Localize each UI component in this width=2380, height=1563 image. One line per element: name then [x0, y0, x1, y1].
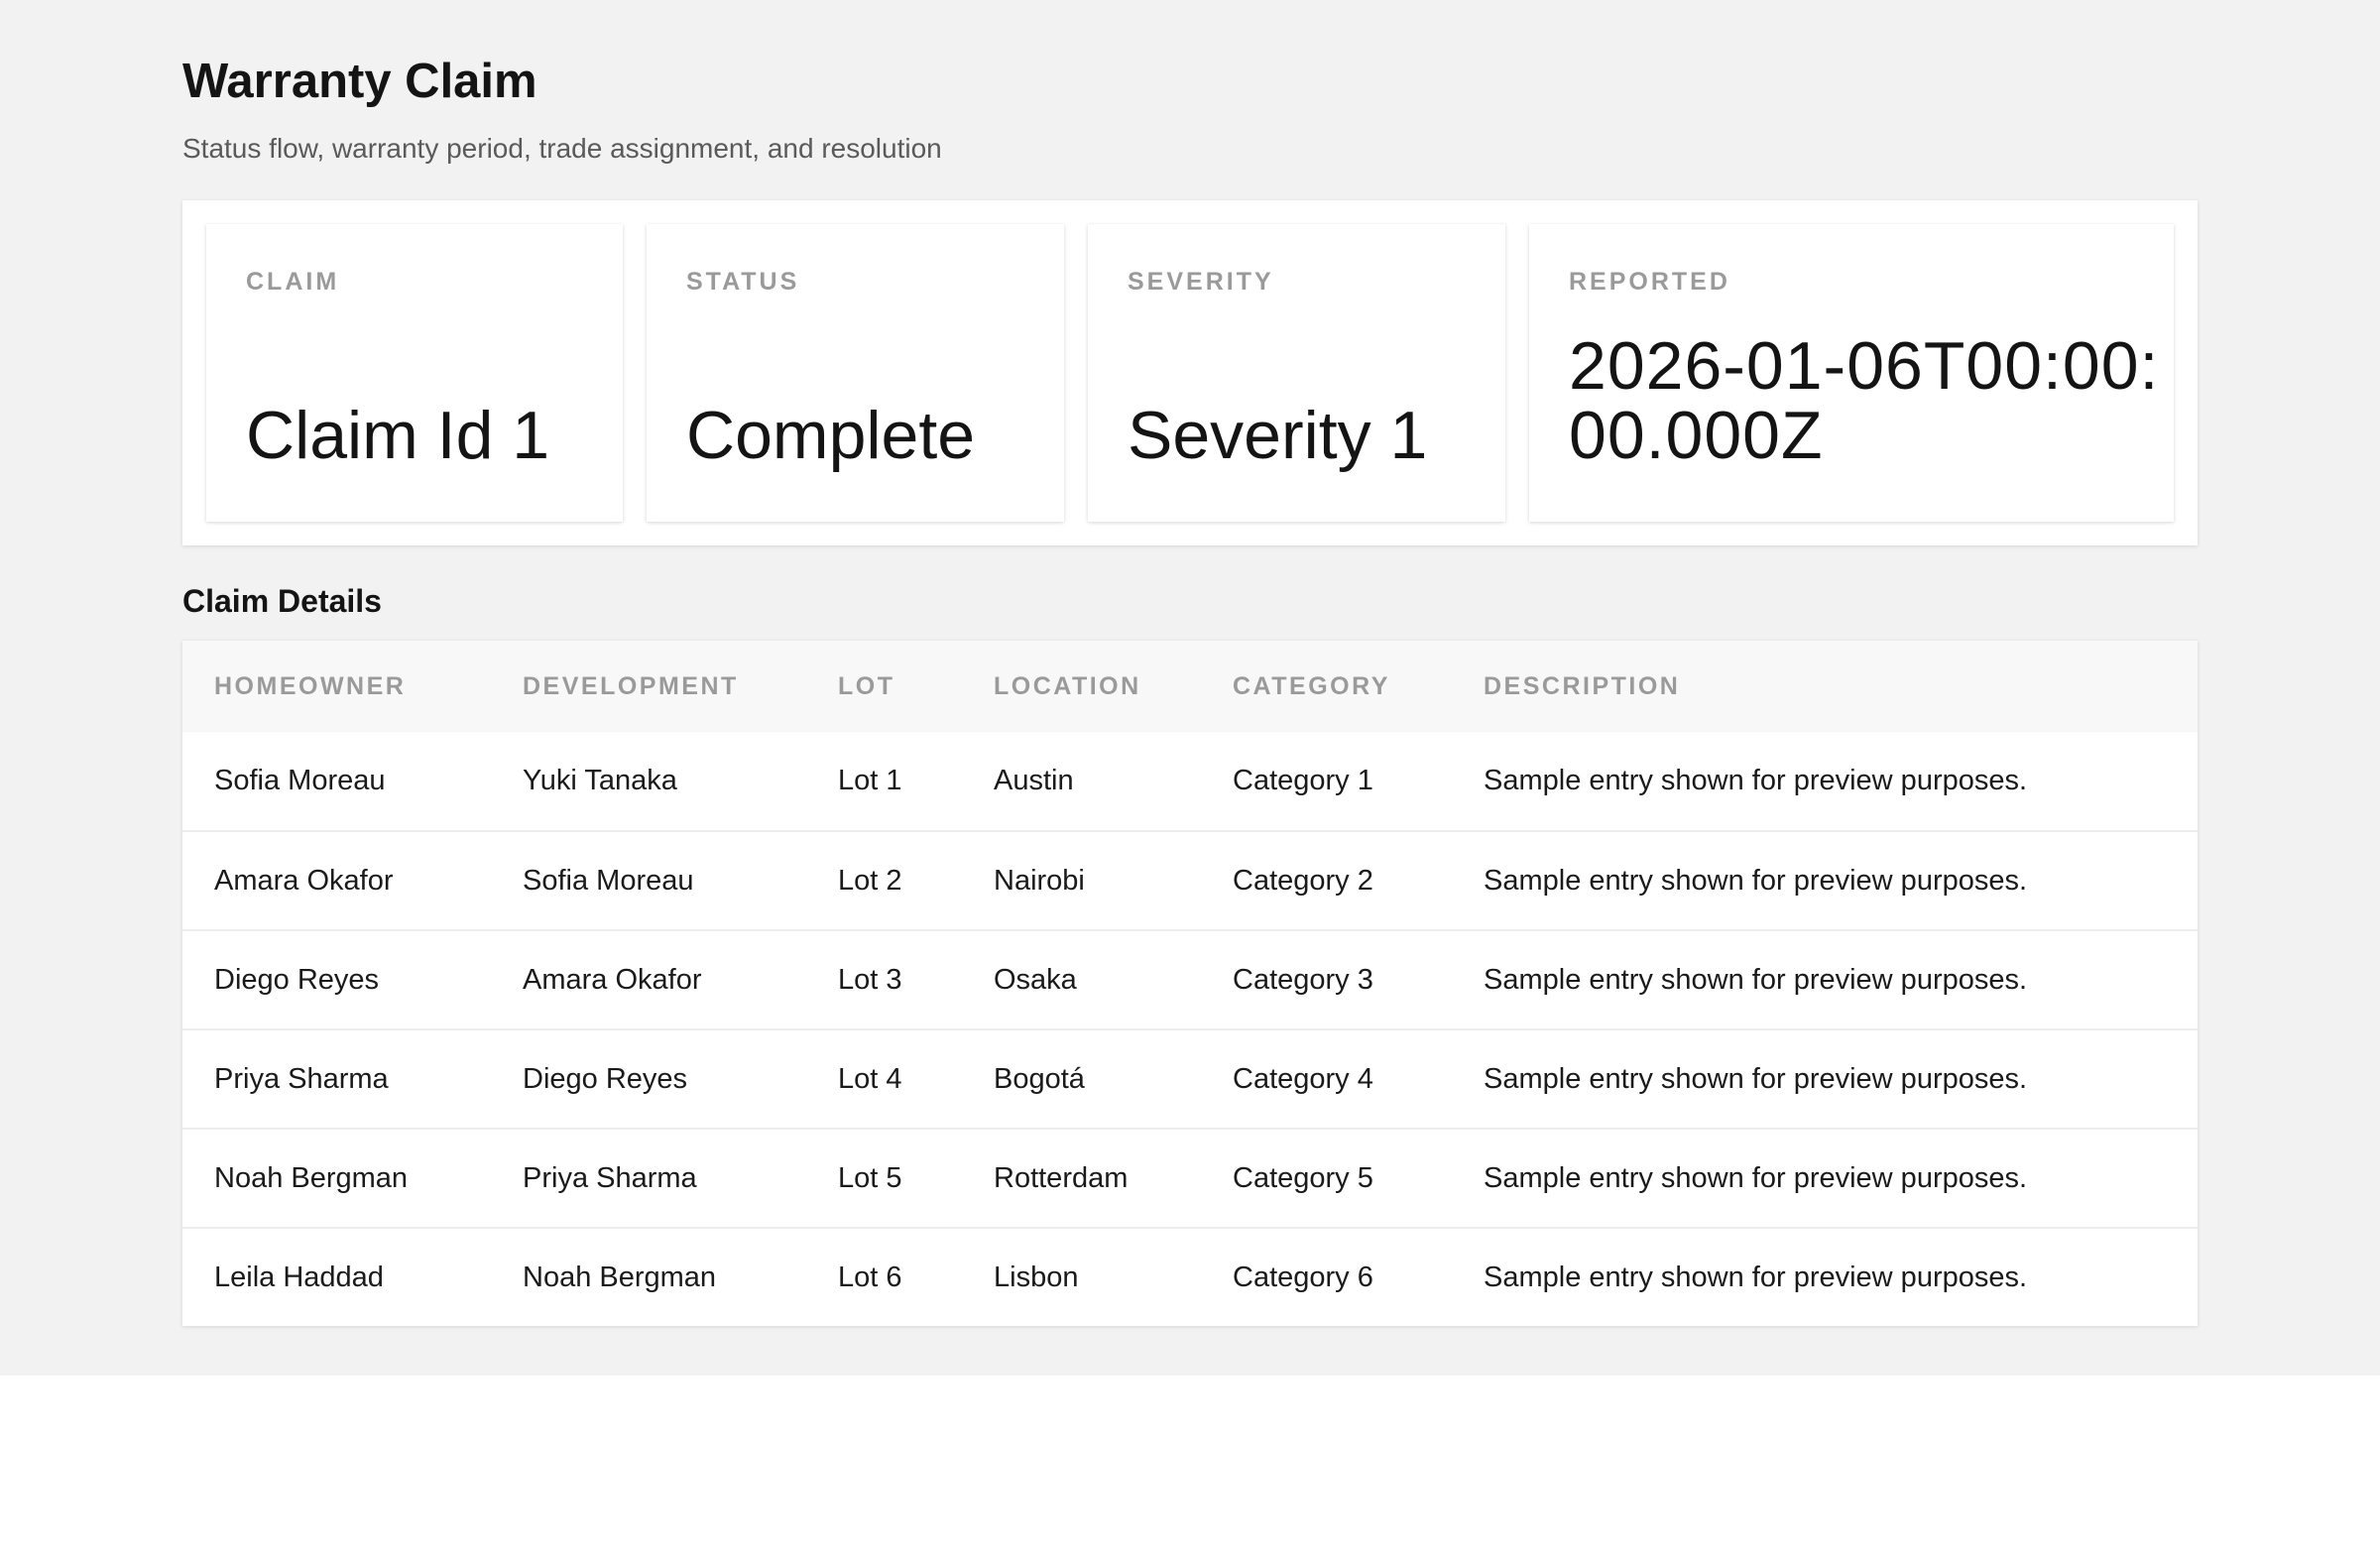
stat-card-claim: CLAIM Claim Id 1: [206, 224, 623, 522]
cell-location: Nairobi: [994, 864, 1085, 897]
cell-development: Sofia Moreau: [523, 864, 694, 897]
cell-category: Category 3: [1233, 963, 1373, 996]
cell-lot: Lot 5: [838, 1161, 902, 1194]
stat-value: Complete: [686, 398, 976, 473]
cell-homeowner: Leila Haddad: [214, 1262, 384, 1293]
column-header-location: LOCATION: [994, 671, 1141, 700]
cell-homeowner: Sofia Moreau: [214, 765, 386, 796]
column-header-development: DEVELOPMENT: [523, 671, 739, 700]
stat-label: STATUS: [686, 268, 800, 296]
stat-card-severity: SEVERITY Severity 1: [1088, 224, 1505, 522]
cell-lot: Lot 4: [838, 1062, 902, 1095]
claim-details-title: Claim Details: [182, 583, 382, 619]
column-header-description: DESCRIPTION: [1484, 671, 1681, 700]
cell-development: Diego Reyes: [523, 1062, 688, 1095]
cell-description: Sample entry shown for preview purposes.: [1484, 1062, 2028, 1095]
cell-location: Osaka: [994, 963, 1077, 996]
cell-development: Yuki Tanaka: [523, 765, 677, 796]
cell-lot: Lot 3: [838, 963, 902, 996]
column-header-category: CATEGORY: [1233, 671, 1390, 700]
cell-homeowner: Noah Bergman: [214, 1161, 409, 1194]
stat-card-status: STATUS Complete: [647, 224, 1064, 522]
stat-label: SEVERITY: [1128, 268, 1274, 296]
cell-description: Sample entry shown for preview purposes.: [1484, 864, 2028, 897]
stat-card-reported: REPORTED 2026-01-06T00:00:00.000Z: [1529, 224, 2174, 522]
cell-lot: Lot 1: [838, 765, 902, 796]
stat-value: Severity 1: [1128, 398, 1428, 473]
cell-description: Sample entry shown for preview purposes.: [1484, 765, 2028, 796]
stat-value: 2026-01-06T00:00:00.000Z: [1569, 328, 2160, 473]
cell-location: Rotterdam: [994, 1161, 1129, 1194]
table-row: Priya Sharma Diego Reyes Lot 4 Bogotá Ca…: [182, 1029, 2198, 1129]
stat-label: REPORTED: [1569, 268, 1730, 296]
stat-label: CLAIM: [246, 268, 340, 296]
column-header-homeowner: HOMEOWNER: [214, 671, 407, 700]
claim-details-table-panel: HOMEOWNER DEVELOPMENT LOT LOCATION CATEG…: [182, 641, 2198, 1326]
cell-homeowner: Priya Sharma: [214, 1062, 389, 1095]
cell-category: Category 6: [1233, 1262, 1373, 1293]
page-subtitle: Status flow, warranty period, trade assi…: [182, 133, 942, 164]
claim-summary-panel: CLAIM Claim Id 1 STATUS Complete SEVERIT…: [182, 200, 2198, 545]
cell-development: Priya Sharma: [523, 1161, 697, 1194]
cell-lot: Lot 2: [838, 864, 902, 897]
cell-category: Category 4: [1233, 1062, 1373, 1095]
cell-category: Category 2: [1233, 864, 1373, 897]
table-header-row: HOMEOWNER DEVELOPMENT LOT LOCATION CATEG…: [182, 641, 2198, 732]
stat-value: Claim Id 1: [246, 398, 550, 473]
page-title: Warranty Claim: [182, 55, 537, 108]
table-row: Sofia Moreau Yuki Tanaka Lot 1 Austin Ca…: [182, 732, 2198, 831]
table-row: Leila Haddad Noah Bergman Lot 6 Lisbon C…: [182, 1228, 2198, 1326]
cell-location: Bogotá: [994, 1062, 1085, 1095]
cell-location: Austin: [994, 765, 1074, 796]
table-row: Noah Bergman Priya Sharma Lot 5 Rotterda…: [182, 1129, 2198, 1228]
cell-description: Sample entry shown for preview purposes.: [1484, 1262, 2028, 1293]
cell-homeowner: Amara Okafor: [214, 864, 394, 897]
claim-details-table: HOMEOWNER DEVELOPMENT LOT LOCATION CATEG…: [182, 641, 2198, 1326]
cell-development: Noah Bergman: [523, 1262, 717, 1293]
cell-location: Lisbon: [994, 1262, 1079, 1293]
cell-development: Amara Okafor: [523, 963, 702, 996]
cell-description: Sample entry shown for preview purposes.: [1484, 1161, 2028, 1194]
cell-description: Sample entry shown for preview purposes.: [1484, 963, 2028, 996]
table-row: Diego Reyes Amara Okafor Lot 3 Osaka Cat…: [182, 930, 2198, 1029]
cell-homeowner: Diego Reyes: [214, 963, 380, 996]
cell-category: Category 1: [1233, 765, 1373, 796]
cell-lot: Lot 6: [838, 1262, 902, 1293]
column-header-lot: LOT: [838, 671, 895, 700]
table-row: Amara Okafor Sofia Moreau Lot 2 Nairobi …: [182, 831, 2198, 930]
cell-category: Category 5: [1233, 1161, 1373, 1194]
